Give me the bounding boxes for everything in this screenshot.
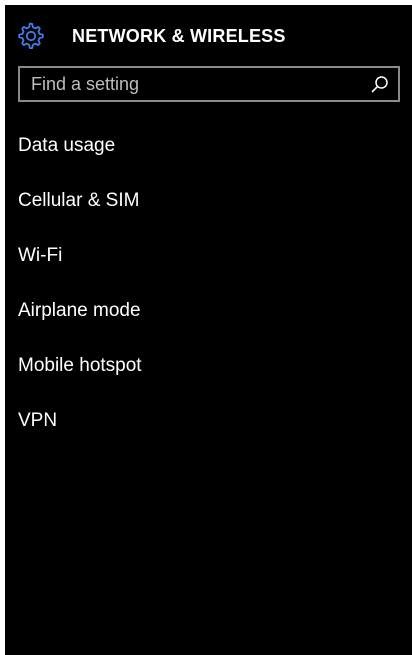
- menu-item-vpn[interactable]: VPN: [5, 396, 412, 451]
- menu-item-label: VPN: [18, 410, 58, 431]
- search-icon[interactable]: [371, 75, 389, 93]
- search-box[interactable]: [18, 66, 400, 102]
- settings-screen: NETWORK & WIRELESS Data usage Cellular &…: [5, 5, 412, 655]
- menu-item-cellular-sim[interactable]: Cellular & SIM: [5, 176, 412, 231]
- menu-item-label: Airplane mode: [18, 300, 141, 321]
- menu-item-mobile-hotspot[interactable]: Mobile hotspot: [5, 341, 412, 396]
- menu-item-airplane-mode[interactable]: Airplane mode: [5, 286, 412, 341]
- settings-list: Data usage Cellular & SIM Wi-Fi Airplane…: [5, 121, 412, 451]
- menu-item-label: Wi-Fi: [18, 245, 63, 266]
- page-title: NETWORK & WIRELESS: [72, 26, 286, 46]
- menu-item-label: Mobile hotspot: [18, 355, 142, 376]
- page-header: NETWORK & WIRELESS: [5, 5, 412, 61]
- menu-item-label: Data usage: [18, 135, 116, 156]
- menu-item-label: Cellular & SIM: [18, 190, 140, 211]
- menu-item-wifi[interactable]: Wi-Fi: [5, 231, 412, 286]
- gear-icon: [17, 22, 45, 50]
- menu-item-data-usage[interactable]: Data usage: [5, 121, 412, 176]
- search-input[interactable]: [31, 70, 351, 98]
